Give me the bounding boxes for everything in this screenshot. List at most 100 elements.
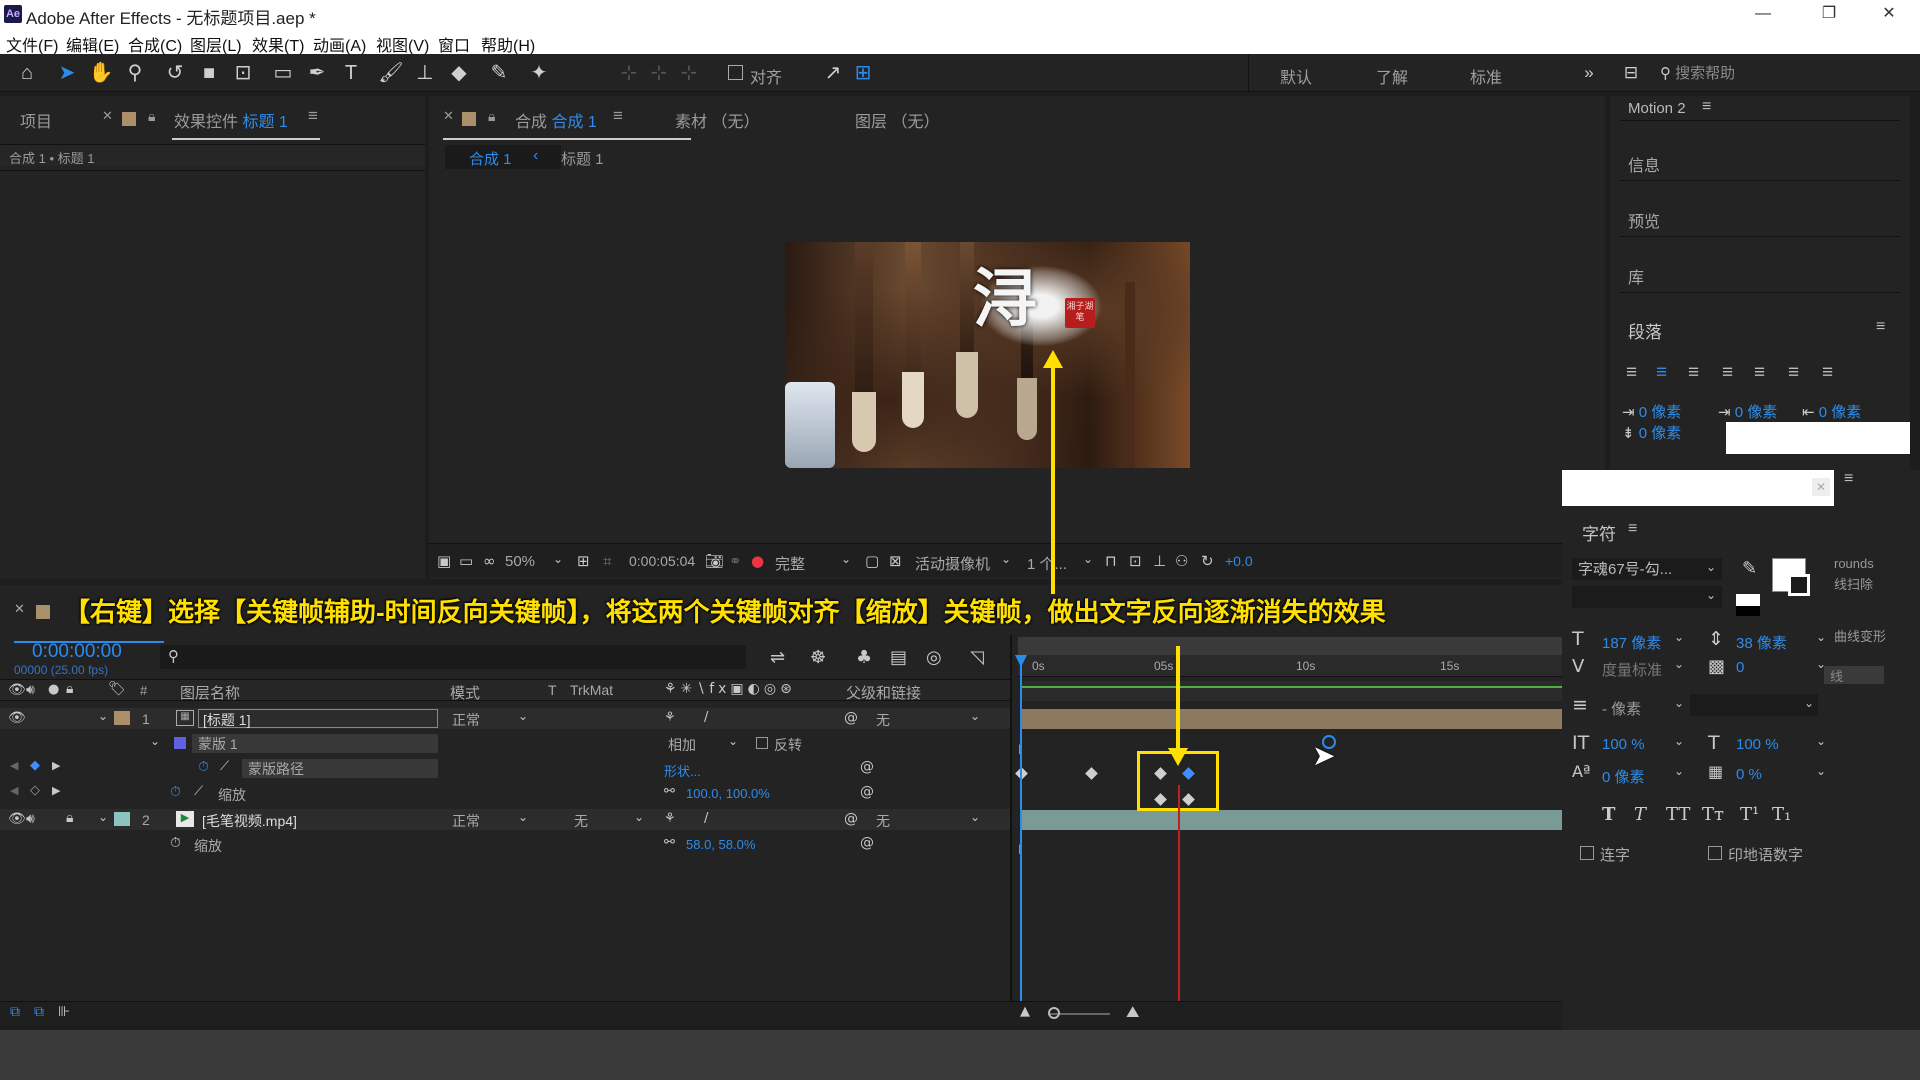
- align-center-icon[interactable]: ≡: [1656, 362, 1667, 384]
- playhead-handle[interactable]: [1015, 655, 1027, 667]
- quality-switch-icon[interactable]: /: [704, 811, 708, 826]
- vr-icon[interactable]: ∞: [483, 552, 496, 570]
- ligature-checkbox[interactable]: [1580, 846, 1594, 860]
- layer-mode[interactable]: 正常: [452, 710, 480, 730]
- mask-visibility-icon[interactable]: ⌗: [603, 552, 611, 570]
- layer-name[interactable]: [标题 1]: [198, 709, 438, 728]
- color-channel-icon[interactable]: ●: [751, 552, 764, 570]
- faux-italic-icon[interactable]: T: [1634, 804, 1646, 825]
- workspace-default[interactable]: 默认: [1280, 64, 1312, 88]
- eye-icon[interactable]: 👁︎: [8, 682, 26, 698]
- shy-icon[interactable]: ♣: [856, 647, 872, 668]
- layer-row-2[interactable]: 👁︎ 🔊︎ 🔒︎ ⌄ 2 ▶ [毛笔视频.mp4] 正常 ⌄ 无 ⌄ ⚘ / @…: [0, 809, 1010, 830]
- work-area-bar[interactable]: [1018, 637, 1562, 655]
- panel-menu-icon[interactable]: ≡: [1628, 520, 1637, 538]
- layer-row-1[interactable]: 👁︎ ⌄ 1 ▦ [标题 1] 正常 ⌄ ⚘ / @ 无 ⌄: [0, 708, 1010, 729]
- timeline-timecode[interactable]: 0:00:00:00: [32, 641, 122, 663]
- font-family-select[interactable]: 字魂67号-勾...: [1572, 558, 1722, 580]
- chevron-down-icon[interactable]: ⌄: [98, 709, 108, 723]
- tab-project[interactable]: 项目: [20, 108, 52, 132]
- indent-first[interactable]: ⇥ 0 像素: [1718, 401, 1777, 422]
- menu-file[interactable]: 文件(F): [6, 32, 58, 56]
- mask-path-row[interactable]: ◀ ◆ ▶ ⏱︎ ⟋ 蒙版路径 形状... @: [0, 758, 1010, 779]
- lock-icon[interactable]: 🔒︎: [488, 108, 495, 125]
- transparency-grid-icon[interactable]: ⊠: [889, 552, 902, 570]
- tab-effects[interactable]: 效果控件 标题 1: [174, 108, 288, 132]
- mask-color-icon[interactable]: [174, 737, 186, 749]
- mask-row[interactable]: ⌄ 蒙版 1 相加 ⌄ 反转: [0, 733, 1010, 754]
- menu-help[interactable]: 帮助(H): [481, 32, 535, 56]
- always-preview-icon[interactable]: ▣: [437, 552, 451, 570]
- shy-switch-icon[interactable]: ⚘: [664, 710, 676, 725]
- zoom-out-icon[interactable]: ▲: [1020, 1004, 1030, 1019]
- justify-all-icon[interactable]: ≡: [1822, 362, 1833, 384]
- toggle-modes-icon[interactable]: ⧉: [34, 1004, 44, 1020]
- baseline-shift-value[interactable]: 0 像素: [1602, 766, 1645, 787]
- restore-icon[interactable]: ❐: [1806, 0, 1852, 28]
- zoom-select[interactable]: 50%: [505, 553, 535, 570]
- layer-label-color[interactable]: [114, 711, 130, 725]
- pickwhip-icon[interactable]: @: [844, 811, 858, 827]
- layer-mode[interactable]: 正常: [452, 811, 480, 831]
- menu-window[interactable]: 窗口: [438, 32, 470, 56]
- stopwatch-icon[interactable]: ⏱︎: [170, 784, 181, 800]
- scale1-value[interactable]: 100.0, 100.0%: [686, 786, 770, 801]
- menu-animation[interactable]: 动画(A): [313, 32, 366, 56]
- crumb-title1[interactable]: 标题 1: [561, 148, 604, 169]
- layer-parent[interactable]: 无: [876, 710, 890, 730]
- tsume-value[interactable]: 0 %: [1736, 766, 1762, 783]
- snapshot-icon[interactable]: 📷︎: [705, 552, 724, 570]
- align-checkbox[interactable]: [728, 65, 743, 80]
- subscript-icon[interactable]: T₁: [1772, 804, 1791, 825]
- stroke-color-swatch[interactable]: [1788, 574, 1810, 596]
- zoom-tool-icon[interactable]: ⚲: [122, 60, 148, 86]
- workspace-switch-icon[interactable]: ⊟: [1618, 60, 1644, 86]
- panel-menu-icon[interactable]: ≡: [1702, 98, 1711, 116]
- current-time-indicator[interactable]: [1020, 655, 1022, 1005]
- pickwhip-icon[interactable]: @: [844, 710, 858, 726]
- close-icon[interactable]: ✕: [1866, 0, 1912, 28]
- scale-row-1[interactable]: ◀ ◇ ▶ ⏱︎ ⟋ 缩放 ⚯ 100.0, 100.0% @: [0, 783, 1010, 804]
- time-ruler[interactable]: 0s 05s 10s 15s: [1018, 655, 1562, 677]
- col-trkmat[interactable]: TrkMat: [570, 682, 613, 698]
- eye-icon[interactable]: 👁︎: [8, 811, 26, 827]
- keyframe-diamond-icon[interactable]: ◆: [30, 758, 40, 773]
- toggle-switches-icon[interactable]: ⧉: [10, 1004, 20, 1020]
- safe-zones-icon[interactable]: ⊞: [577, 552, 590, 570]
- graph-icon[interactable]: ⟋: [194, 784, 203, 799]
- lock-icon[interactable]: 🔒︎: [66, 681, 73, 697]
- resolution-select[interactable]: 完整: [775, 553, 805, 574]
- panel-menu-icon[interactable]: ≡: [613, 106, 623, 126]
- keyframe-diamond-icon[interactable]: ◇: [30, 783, 40, 798]
- current-time[interactable]: 0:00:05:04: [629, 553, 695, 569]
- white-swatch[interactable]: [1736, 594, 1760, 606]
- exposure-value[interactable]: +0.0: [1225, 553, 1253, 569]
- views-select[interactable]: 1 个...: [1027, 553, 1067, 574]
- graph-icon[interactable]: ⟋: [220, 759, 229, 774]
- tab-layer[interactable]: 图层 （无）: [855, 108, 939, 132]
- home-icon[interactable]: ⌂: [14, 60, 40, 86]
- prev-keyframe-icon[interactable]: ◀: [10, 759, 18, 772]
- layer-name[interactable]: [毛笔视频.mp4]: [202, 811, 297, 831]
- scale-row-2[interactable]: ⏱︎ 缩放 ⚯ 58.0, 58.0% @: [0, 834, 1010, 855]
- monitor-icon[interactable]: ▭: [459, 552, 473, 570]
- selection-tool-icon[interactable]: ➤: [54, 60, 80, 86]
- audio-icon[interactable]: 🔊︎: [26, 682, 35, 698]
- space-before[interactable]: ⇟ 0 像素: [1622, 422, 1681, 443]
- solo-icon[interactable]: ●: [48, 682, 59, 697]
- justify-right-icon[interactable]: ≡: [1788, 362, 1799, 384]
- minimize-icon[interactable]: —: [1740, 0, 1786, 28]
- layer-trkmat[interactable]: 无: [574, 811, 588, 831]
- menu-effect[interactable]: 效果(T): [252, 32, 304, 56]
- tab-composition[interactable]: 合成 合成 1: [515, 108, 597, 132]
- stroke-width-value[interactable]: - 像素: [1602, 698, 1641, 719]
- timeline-icon[interactable]: ⊥: [1153, 552, 1166, 570]
- close-tab-icon[interactable]: ✕: [14, 601, 25, 617]
- superscript-icon[interactable]: T¹: [1740, 804, 1759, 825]
- workspace-learn[interactable]: 了解: [1376, 64, 1408, 88]
- toggle-pixel-aspect-icon[interactable]: ⊓: [1105, 552, 1117, 570]
- justify-center-icon[interactable]: ≡: [1754, 362, 1765, 384]
- type-tool-icon[interactable]: T: [338, 60, 364, 86]
- zoom-in-icon[interactable]: ⛰: [1126, 1002, 1139, 1022]
- align-left-icon[interactable]: ≡: [1626, 362, 1651, 384]
